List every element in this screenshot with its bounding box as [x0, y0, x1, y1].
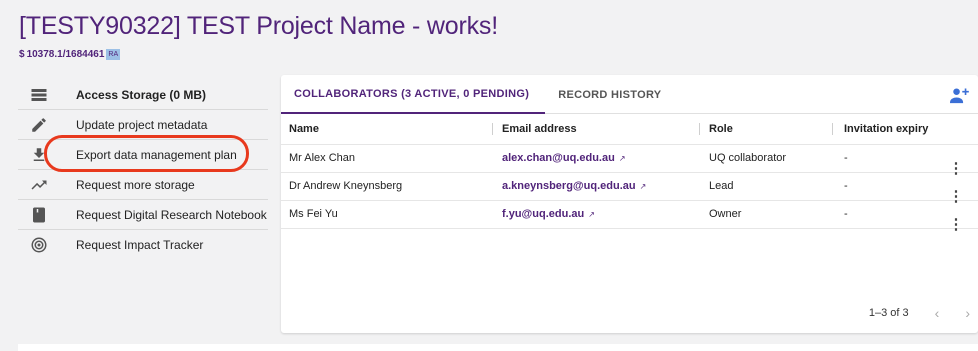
more-vert-icon[interactable]: ⋮	[949, 217, 964, 232]
storage-icon	[18, 86, 60, 104]
tab-record-history[interactable]: RECORD HISTORY	[545, 75, 674, 114]
menu-label: Request Digital Research Notebook	[76, 207, 267, 222]
add-user-icon[interactable]	[949, 86, 969, 104]
pagination: 1–3 of 3 ‹ ›	[869, 305, 970, 321]
table-row: Ms Fei Yu f.yu@uq.edu.au ↗ Owner - ⋮	[281, 199, 978, 232]
header-email-label: Email address	[502, 122, 577, 135]
tab-bar: COLLABORATORS (3 ACTIVE, 0 PENDING) RECO…	[281, 75, 978, 114]
cell-name: Mr Alex Chan	[281, 143, 492, 172]
cell-email: a.kneynsberg@uq.edu.au ↗	[492, 171, 699, 200]
column-separator	[699, 123, 700, 135]
cell-email: alex.chan@uq.edu.au ↗	[492, 143, 699, 172]
download-icon	[18, 146, 60, 164]
next-page-icon[interactable]: ›	[965, 305, 970, 321]
table-row: Dr Andrew Kneynsberg a.kneynsberg@uq.edu…	[281, 171, 978, 204]
external-link-icon: ↗	[639, 182, 647, 191]
trending-up-icon	[18, 176, 60, 194]
pagination-range: 1–3 of 3	[868, 307, 909, 319]
notebook-icon	[18, 206, 60, 224]
menu-request-storage[interactable]: Request more storage	[18, 170, 268, 200]
menu-label: Access Storage (0 MB)	[76, 87, 207, 102]
menu-label: Request more storage	[76, 177, 195, 192]
email-link[interactable]: alex.chan@uq.edu.au	[502, 152, 615, 164]
collaborators-card: COLLABORATORS (3 ACTIVE, 0 PENDING) RECO…	[281, 75, 978, 333]
table-header-row: Name Email address Role Invitation expir…	[281, 114, 978, 144]
menu-label: Export data management plan	[76, 147, 237, 162]
header-email[interactable]: Email address	[492, 114, 699, 144]
header-role-label: Role	[709, 122, 733, 135]
tab-collaborators[interactable]: COLLABORATORS (3 ACTIVE, 0 PENDING)	[281, 75, 546, 114]
header-role[interactable]: Role	[699, 114, 832, 144]
header-name[interactable]: Name	[281, 114, 492, 144]
doi-prefix: $	[19, 49, 25, 60]
menu-export-dmp[interactable]: Export data management plan	[18, 140, 268, 170]
header-expiry-label: Invitation expiry	[844, 122, 929, 135]
menu-label: Update project metadata	[76, 117, 208, 132]
column-separator	[492, 123, 493, 135]
table-spacer-row	[281, 227, 978, 231]
menu-update-metadata[interactable]: Update project metadata	[18, 110, 268, 140]
cell-expiry: - ⋮	[832, 199, 978, 232]
prev-page-icon[interactable]: ‹	[935, 305, 940, 321]
pencil-icon	[18, 116, 60, 134]
doi-link[interactable]: 10378.1/1684461	[27, 49, 105, 60]
menu-request-notebook[interactable]: Request Digital Research Notebook	[18, 200, 268, 230]
bottom-panel-edge	[18, 344, 978, 351]
cell-expiry: - ⋮	[832, 171, 978, 204]
page-title: [TESTY90322] TEST Project Name - works!	[19, 12, 498, 40]
action-menu: Access Storage (0 MB) Update project met…	[18, 80, 268, 260]
email-link[interactable]: a.kneynsberg@uq.edu.au	[502, 180, 636, 192]
radar-icon	[18, 236, 60, 254]
external-link-icon: ↗	[588, 210, 595, 219]
cell-name: Ms Fei Yu	[281, 199, 492, 228]
menu-access-storage[interactable]: Access Storage (0 MB)	[18, 80, 268, 110]
expiry-value: -	[844, 208, 848, 220]
expiry-value: -	[844, 152, 848, 164]
email-link[interactable]: f.yu@uq.edu.au	[502, 208, 584, 220]
expiry-value: -	[844, 180, 848, 192]
collaborators-table: Name Email address Role Invitation expir…	[281, 114, 978, 232]
cell-name: Dr Andrew Kneynsberg	[281, 171, 492, 200]
table-row: Mr Alex Chan alex.chan@uq.edu.au ↗ UQ col…	[281, 143, 978, 176]
cell-role: UQ collaborator	[699, 143, 832, 172]
cell-expiry: - ⋮	[832, 143, 978, 176]
doi-badge: RA	[106, 49, 121, 60]
column-separator	[832, 123, 833, 135]
header-expiry[interactable]: Invitation expiry	[832, 114, 978, 144]
external-link-icon: ↗	[618, 154, 626, 163]
doi-line: $10378.1/1684461 RA	[19, 49, 121, 60]
cell-role: Owner	[699, 199, 832, 228]
menu-request-impact-tracker[interactable]: Request Impact Tracker	[18, 230, 268, 260]
cell-role: Lead	[699, 171, 832, 200]
menu-label: Request Impact Tracker	[76, 238, 204, 252]
cell-email: f.yu@uq.edu.au ↗	[492, 199, 699, 228]
